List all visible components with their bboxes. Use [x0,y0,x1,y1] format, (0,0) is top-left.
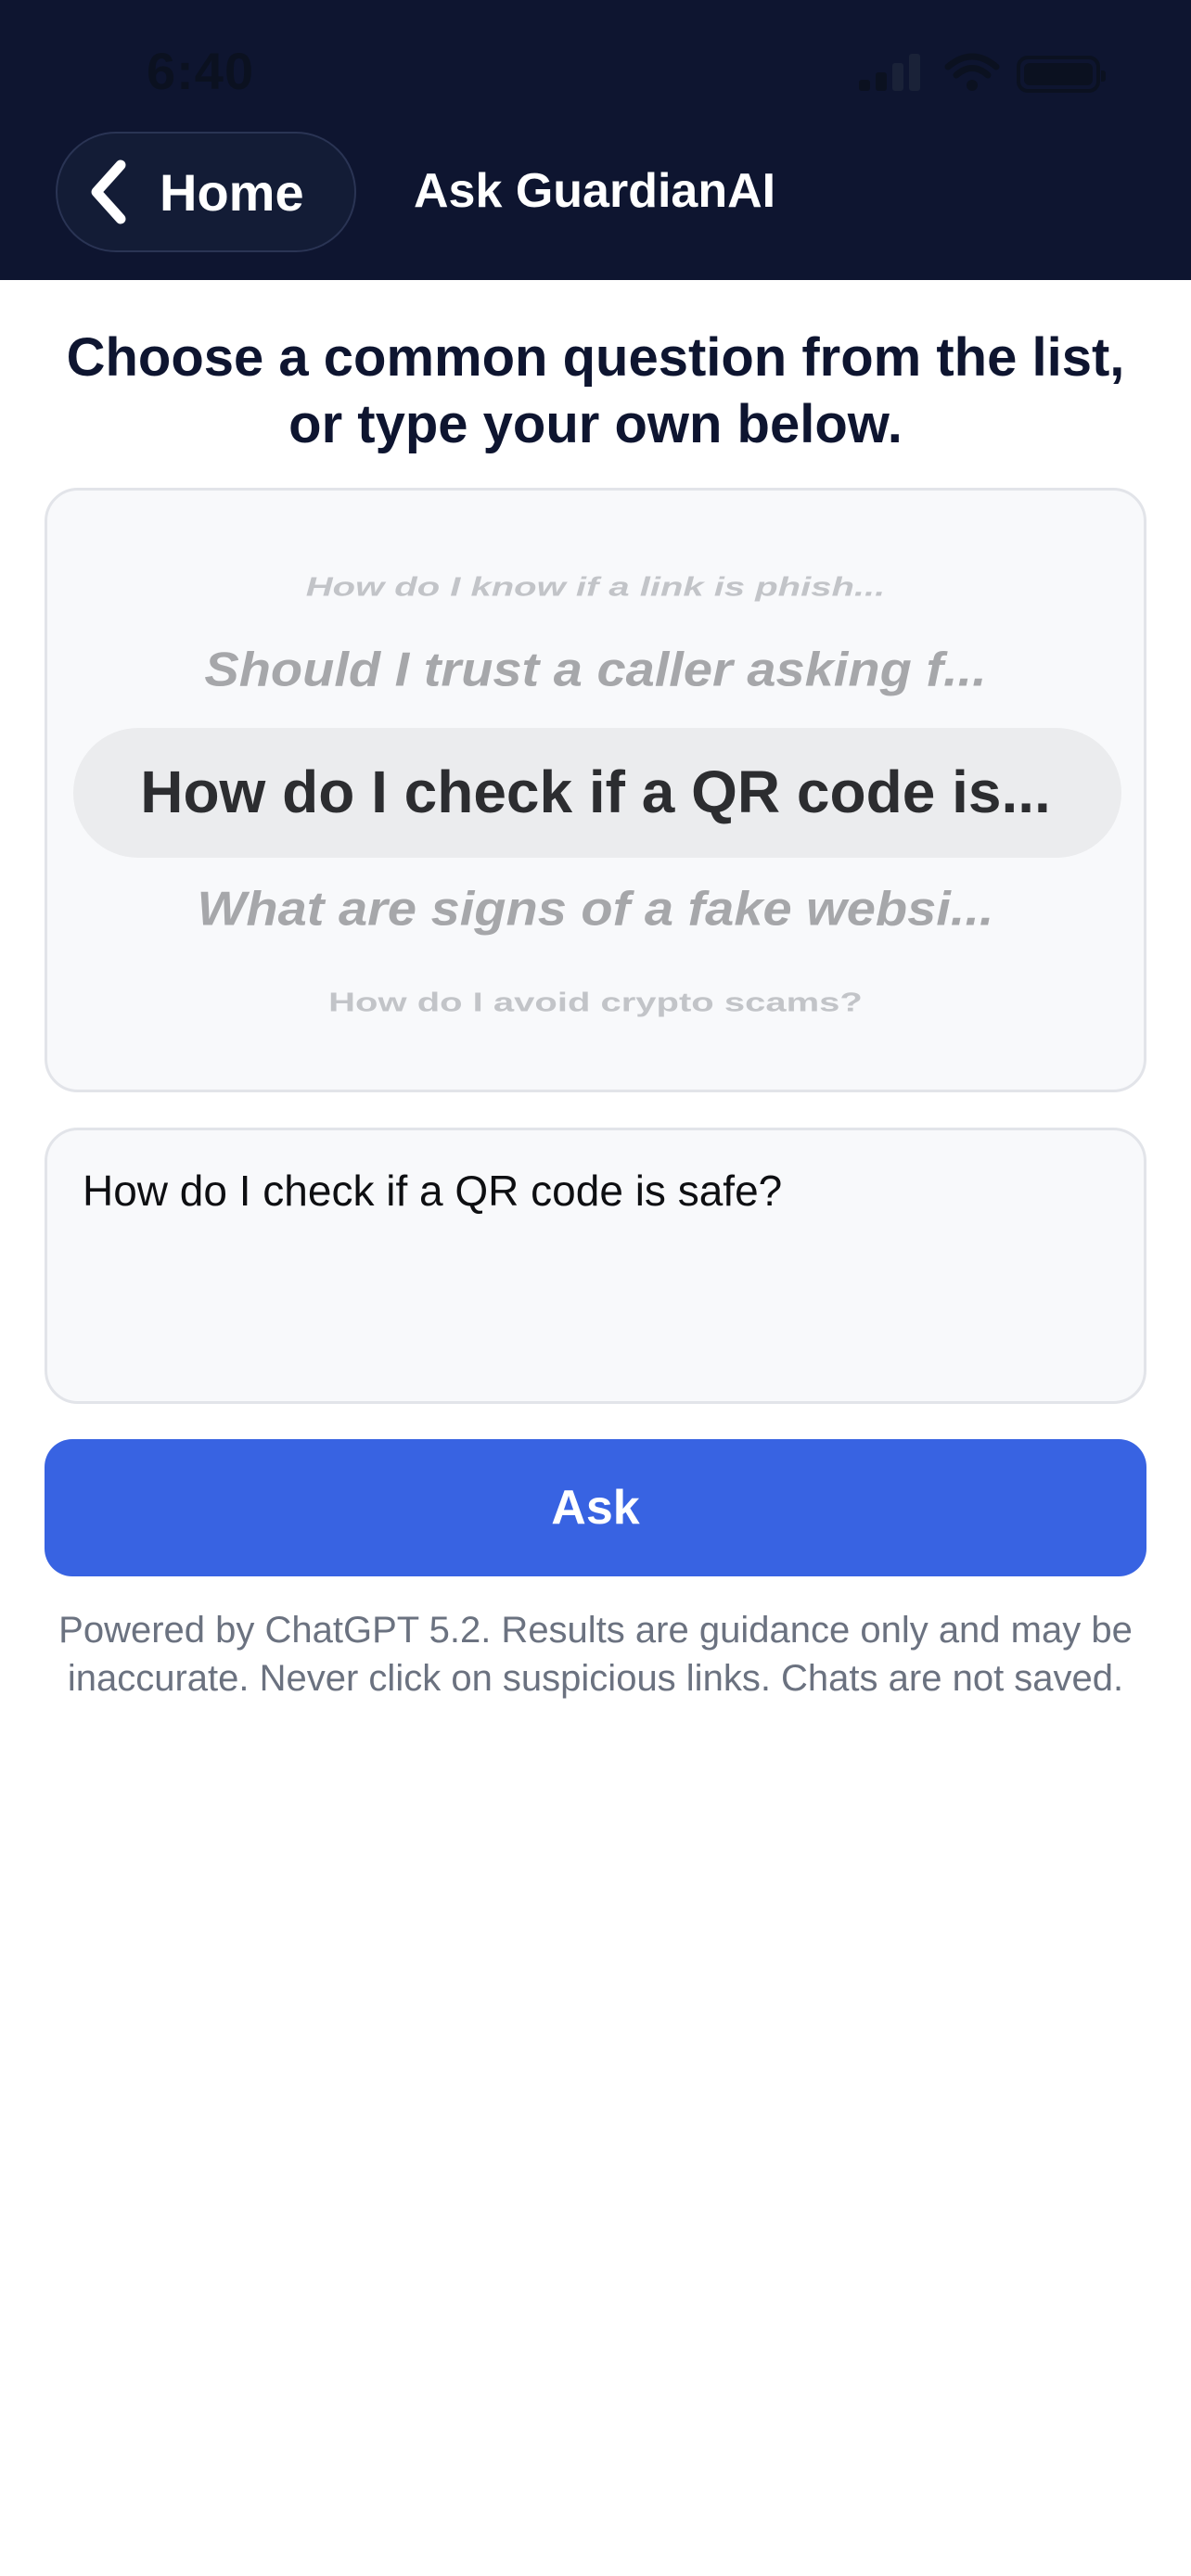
picker-option[interactable]: How do I avoid crypto scams? [47,988,1144,1017]
screen: 6:40 Home Ask GuardianAI Choose a common… [0,0,1191,2576]
status-icons [859,52,1106,93]
question-input[interactable]: How do I check if a QR code is safe? [45,1128,1146,1404]
cellular-signal-icon [859,54,926,91]
wifi-icon [944,52,1000,93]
battery-icon [1017,56,1106,93]
chevron-left-icon [89,159,137,224]
picker-option[interactable]: Should I trust a caller asking f... [47,642,1144,697]
picker-option[interactable]: How do I know if a link is phish... [47,572,1144,602]
instruction-heading: Choose a common question from the list, … [66,327,1125,454]
picker-option[interactable]: What are signs of a fake websi... [47,881,1144,937]
back-label: Home [160,162,304,222]
disclaimer-text: Powered by ChatGPT 5.2. Results are guid… [58,1610,1133,1699]
picker-option-selected[interactable]: How do I check if a QR code is... [47,758,1144,826]
page-title: Ask GuardianAI [414,164,776,218]
question-picker[interactable]: How do I know if a link is phish... Shou… [45,488,1146,1092]
ask-button[interactable]: Ask [45,1439,1146,1576]
back-button[interactable]: Home [56,132,356,252]
status-time: 6:40 [147,42,255,100]
top-bar: 6:40 Home Ask GuardianAI [0,0,1191,280]
